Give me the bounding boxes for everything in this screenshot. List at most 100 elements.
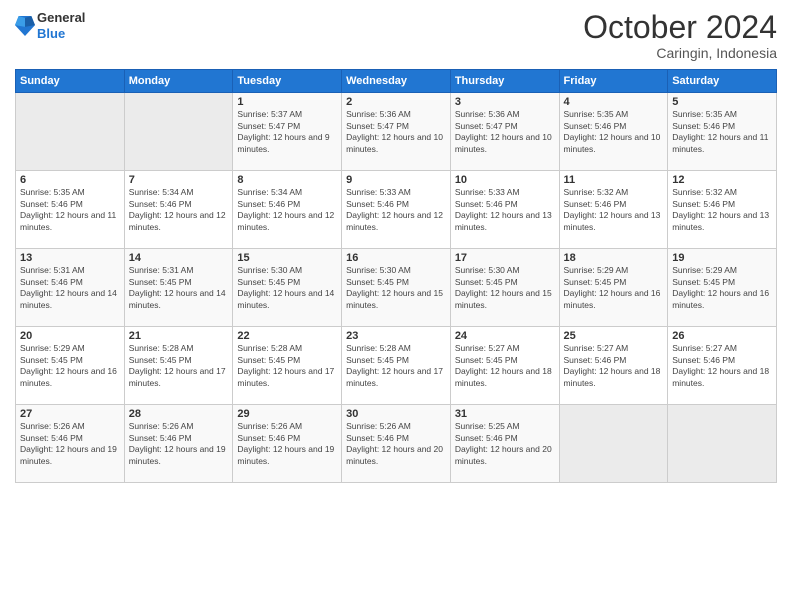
day-info: Sunrise: 5:28 AM Sunset: 5:45 PM Dayligh… [129, 343, 229, 389]
title-block: October 2024 Caringin, Indonesia [583, 10, 777, 61]
calendar-cell: 19Sunrise: 5:29 AM Sunset: 5:45 PM Dayli… [668, 249, 777, 327]
day-number: 26 [672, 330, 772, 342]
calendar-cell: 2Sunrise: 5:36 AM Sunset: 5:47 PM Daylig… [342, 93, 451, 171]
day-number: 2 [346, 96, 446, 108]
header-day: Wednesday [342, 70, 451, 93]
header-row: SundayMondayTuesdayWednesdayThursdayFrid… [16, 70, 777, 93]
day-info: Sunrise: 5:31 AM Sunset: 5:45 PM Dayligh… [129, 265, 229, 311]
calendar-cell: 8Sunrise: 5:34 AM Sunset: 5:46 PM Daylig… [233, 171, 342, 249]
day-info: Sunrise: 5:29 AM Sunset: 5:45 PM Dayligh… [564, 265, 664, 311]
day-info: Sunrise: 5:29 AM Sunset: 5:45 PM Dayligh… [20, 343, 120, 389]
day-number: 25 [564, 330, 664, 342]
day-number: 30 [346, 408, 446, 420]
day-info: Sunrise: 5:30 AM Sunset: 5:45 PM Dayligh… [346, 265, 446, 311]
day-number: 3 [455, 96, 555, 108]
calendar-cell: 17Sunrise: 5:30 AM Sunset: 5:45 PM Dayli… [450, 249, 559, 327]
logo-text: General Blue [37, 10, 85, 41]
header-day: Tuesday [233, 70, 342, 93]
header-day: Friday [559, 70, 668, 93]
calendar-cell: 14Sunrise: 5:31 AM Sunset: 5:45 PM Dayli… [124, 249, 233, 327]
calendar-week: 27 Sunrise: 5:26 AM Sunset: 5:46 PM Dayli… [16, 405, 777, 483]
day-number: 24 [455, 330, 555, 342]
day-number: 11 [564, 174, 664, 186]
day-info: Sunrise: 5:37 AM Sunset: 5:47 PM Dayligh… [237, 109, 337, 155]
day-number: 15 [237, 252, 337, 264]
day-number: 13 [20, 252, 120, 264]
day-info: Sunrise: 5:32 AM Sunset: 5:46 PM Dayligh… [672, 187, 772, 233]
calendar-cell: 4Sunrise: 5:35 AM Sunset: 5:46 PM Daylig… [559, 93, 668, 171]
day-number: 29 [237, 408, 337, 420]
calendar-cell: 30Sunrise: 5:26 AM Sunset: 5:46 PM Dayli… [342, 405, 451, 483]
header-day: Monday [124, 70, 233, 93]
calendar-cell: 9Sunrise: 5:33 AM Sunset: 5:46 PM Daylig… [342, 171, 451, 249]
day-info: Sunrise: 5:36 AM Sunset: 5:47 PM Dayligh… [455, 109, 555, 155]
day-number: 5 [672, 96, 772, 108]
calendar-week: 1Sunrise: 5:37 AM Sunset: 5:47 PM Daylig… [16, 93, 777, 171]
day-number: 27 [20, 408, 120, 420]
calendar-cell: 16Sunrise: 5:30 AM Sunset: 5:45 PM Dayli… [342, 249, 451, 327]
header-day: Saturday [668, 70, 777, 93]
calendar-week: 20Sunrise: 5:29 AM Sunset: 5:45 PM Dayli… [16, 327, 777, 405]
day-info: Sunrise: 5:35 AM Sunset: 5:46 PM Dayligh… [564, 109, 664, 155]
day-info: Sunrise: 5:30 AM Sunset: 5:45 PM Dayligh… [237, 265, 337, 311]
calendar-cell: 26Sunrise: 5:27 AM Sunset: 5:46 PM Dayli… [668, 327, 777, 405]
calendar-body: 1Sunrise: 5:37 AM Sunset: 5:47 PM Daylig… [16, 93, 777, 483]
day-info: Sunrise: 5:34 AM Sunset: 5:46 PM Dayligh… [129, 187, 229, 233]
day-info: Sunrise: 5:26 AM Sunset: 5:46 PM Dayligh… [237, 421, 337, 467]
day-number: 4 [564, 96, 664, 108]
day-info: Sunrise: 5:30 AM Sunset: 5:45 PM Dayligh… [455, 265, 555, 311]
day-info: Sunrise: 5:35 AM Sunset: 5:46 PM Dayligh… [672, 109, 772, 155]
day-number: 28 [129, 408, 229, 420]
day-info: Sunrise: 5:27 AM Sunset: 5:46 PM Dayligh… [564, 343, 664, 389]
page: General Blue October 2024 Caringin, Indo… [0, 0, 792, 612]
day-number: 10 [455, 174, 555, 186]
day-number: 21 [129, 330, 229, 342]
day-number: 7 [129, 174, 229, 186]
calendar-header: SundayMondayTuesdayWednesdayThursdayFrid… [16, 70, 777, 93]
day-info: Sunrise: 5:36 AM Sunset: 5:47 PM Dayligh… [346, 109, 446, 155]
day-info: Sunrise: 5:28 AM Sunset: 5:45 PM Dayligh… [346, 343, 446, 389]
calendar-cell: 12Sunrise: 5:32 AM Sunset: 5:46 PM Dayli… [668, 171, 777, 249]
day-number: 12 [672, 174, 772, 186]
logo: General Blue [15, 10, 85, 41]
calendar-cell: 18Sunrise: 5:29 AM Sunset: 5:45 PM Dayli… [559, 249, 668, 327]
day-number: 1 [237, 96, 337, 108]
day-info: Sunrise: 5:33 AM Sunset: 5:46 PM Dayligh… [346, 187, 446, 233]
logo-general: General [37, 10, 85, 25]
calendar-cell: 20Sunrise: 5:29 AM Sunset: 5:45 PM Dayli… [16, 327, 125, 405]
day-number: 23 [346, 330, 446, 342]
day-info: Sunrise: 5:25 AM Sunset: 5:46 PM Dayligh… [455, 421, 555, 467]
calendar-cell: 11Sunrise: 5:32 AM Sunset: 5:46 PM Dayli… [559, 171, 668, 249]
calendar-cell: 6Sunrise: 5:35 AM Sunset: 5:46 PM Daylig… [16, 171, 125, 249]
day-number: 6 [20, 174, 120, 186]
day-number: 31 [455, 408, 555, 420]
calendar-cell [668, 405, 777, 483]
calendar-cell [16, 93, 125, 171]
day-number: 14 [129, 252, 229, 264]
day-info: Sunrise: 5:28 AM Sunset: 5:45 PM Dayligh… [237, 343, 337, 389]
logo-icon [15, 14, 35, 38]
day-number: 22 [237, 330, 337, 342]
calendar-cell: 24Sunrise: 5:27 AM Sunset: 5:45 PM Dayli… [450, 327, 559, 405]
calendar-cell: 29Sunrise: 5:26 AM Sunset: 5:46 PM Dayli… [233, 405, 342, 483]
day-number: 18 [564, 252, 664, 264]
day-info: Sunrise: 5:26 AM Sunset: 5:46 PM Dayligh… [129, 421, 229, 467]
day-number: 9 [346, 174, 446, 186]
calendar-cell: 15Sunrise: 5:30 AM Sunset: 5:45 PM Dayli… [233, 249, 342, 327]
header-day: Thursday [450, 70, 559, 93]
day-info: Sunrise: 5:26 AM Sunset: 5:46 PM Dayligh… [346, 421, 446, 467]
logo-blue: Blue [37, 26, 65, 41]
calendar-cell [559, 405, 668, 483]
calendar-cell: 31Sunrise: 5:25 AM Sunset: 5:46 PM Dayli… [450, 405, 559, 483]
calendar-cell: 1Sunrise: 5:37 AM Sunset: 5:47 PM Daylig… [233, 93, 342, 171]
day-info: Sunrise: 5:32 AM Sunset: 5:46 PM Dayligh… [564, 187, 664, 233]
day-info: Sunrise: 5:35 AM Sunset: 5:46 PM Dayligh… [20, 187, 120, 233]
month-title: October 2024 [583, 10, 777, 45]
day-info: Sunrise: 5:31 AM Sunset: 5:46 PM Dayligh… [20, 265, 120, 311]
header-day: Sunday [16, 70, 125, 93]
day-info: Sunrise: 5:27 AM Sunset: 5:45 PM Dayligh… [455, 343, 555, 389]
day-info: Sunrise: 5:29 AM Sunset: 5:45 PM Dayligh… [672, 265, 772, 311]
day-info: Sunrise: 5:34 AM Sunset: 5:46 PM Dayligh… [237, 187, 337, 233]
calendar-cell: 3Sunrise: 5:36 AM Sunset: 5:47 PM Daylig… [450, 93, 559, 171]
day-info: Sunrise: 5:27 AM Sunset: 5:46 PM Dayligh… [672, 343, 772, 389]
